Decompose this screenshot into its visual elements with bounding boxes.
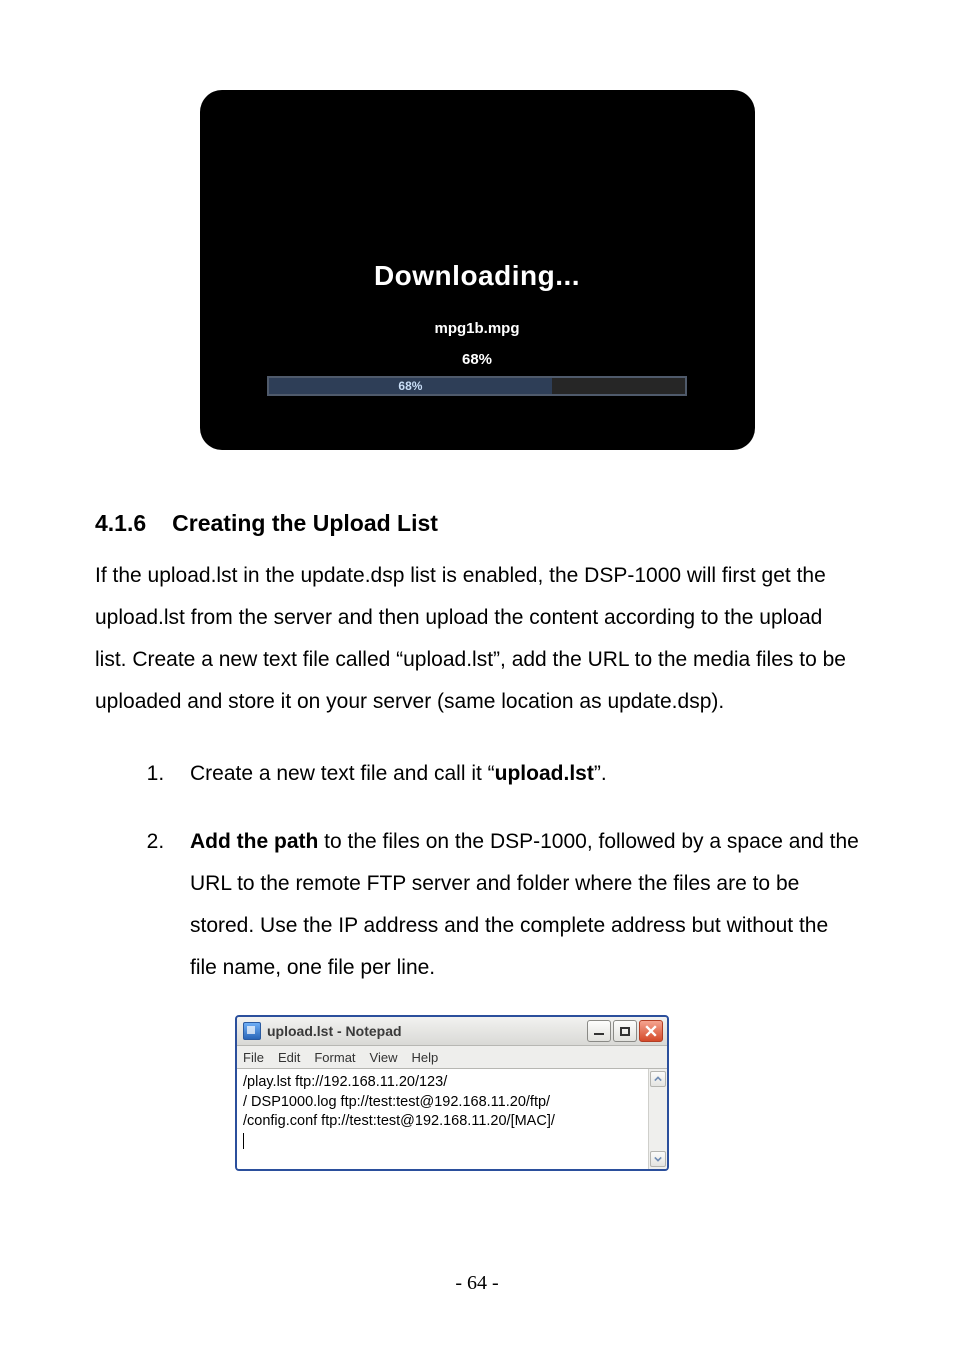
chevron-up-icon [654,1075,662,1083]
notepad-app-icon [243,1022,261,1040]
section-paragraph: If the upload.lst in the update.dsp list… [95,555,859,723]
downloading-screenshot: Downloading... mpg1b.mpg 68% 68% [200,90,755,450]
progress-bar-fill: 68% [269,378,552,394]
notepad-window: upload.lst - Notepad File Edit Format Vi… [235,1015,669,1171]
section-title: Creating the Upload List [172,510,438,536]
notepad-line: /play.lst ftp://192.168.11.20/123/ [243,1073,642,1093]
scroll-up-button[interactable] [650,1071,666,1087]
step-1: Create a new text file and call it “uplo… [170,753,859,795]
scroll-down-button[interactable] [650,1151,666,1167]
progress-bar: 68% [267,376,687,396]
page-number: - 64 - [0,1272,954,1295]
steps-list: Create a new text file and call it “uplo… [95,753,859,989]
chevron-down-icon [654,1155,662,1163]
scrollbar[interactable] [648,1069,667,1169]
downloading-percent-text: 68% [200,351,755,368]
close-icon [645,1025,657,1037]
maximize-icon [620,1027,630,1036]
notepad-menubar: File Edit Format View Help [237,1046,667,1069]
notepad-line: / DSP1000.log ftp://test:test@192.168.11… [243,1093,642,1113]
section-number: 4.1.6 [95,510,146,537]
text-cursor [243,1133,244,1149]
menu-view[interactable]: View [370,1050,398,1065]
close-button[interactable] [639,1020,663,1042]
notepad-titlebar: upload.lst - Notepad [237,1017,667,1046]
downloading-filename: mpg1b.mpg [200,320,755,337]
notepad-title: upload.lst - Notepad [267,1023,587,1039]
menu-format[interactable]: Format [314,1050,355,1065]
minimize-icon [594,1033,604,1035]
minimize-button[interactable] [587,1020,611,1042]
step-2: Add the path to the files on the DSP-100… [170,821,859,989]
section-heading: 4.1.6 Creating the Upload List [95,510,859,537]
menu-file[interactable]: File [243,1050,264,1065]
downloading-title: Downloading... [200,260,755,292]
notepad-line: /config.conf ftp://test:test@192.168.11.… [243,1112,642,1132]
menu-help[interactable]: Help [411,1050,438,1065]
maximize-button[interactable] [613,1020,637,1042]
menu-edit[interactable]: Edit [278,1050,300,1065]
notepad-textarea[interactable]: /play.lst ftp://192.168.11.20/123/ / DSP… [237,1069,648,1169]
